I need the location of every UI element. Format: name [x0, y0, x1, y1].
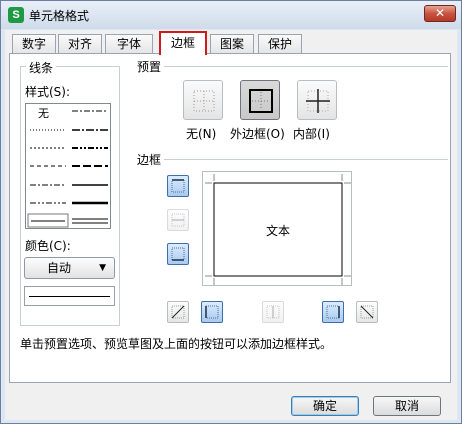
diagonal-down-icon [360, 305, 374, 319]
border-group-title: 边框 [134, 151, 165, 168]
border-left-icon [205, 305, 219, 319]
preset-inside-button[interactable] [297, 80, 337, 120]
inside-border-icon [306, 89, 330, 113]
title-bar: S 单元格格式 ✕ [1, 1, 461, 29]
dialog-title: 单元格格式 [29, 9, 90, 23]
border-diagonal-down-button[interactable] [356, 301, 378, 323]
border-tab-panel: 线条 样式(S): 无 颜色(C): 自动 ▼ 预置 无(N) 外边框(O) 内… [9, 53, 451, 383]
color-label: 颜色(C): [25, 239, 71, 253]
preview-text: 文本 [265, 224, 290, 238]
border-bottom-icon [171, 247, 185, 261]
preset-none-button[interactable] [183, 80, 223, 120]
border-inside-horizontal-button[interactable] [167, 209, 189, 231]
outline-border-icon [249, 89, 273, 113]
border-diagonal-up-button[interactable] [167, 301, 189, 323]
dialog-body: 数字 对齐 字体 边框 图案 保护 线条 样式(S): 无 颜色(C): 自动 … [5, 30, 457, 420]
hint-text: 单击预置选项、预览草图及上面的按钮可以添加边框样式。 [20, 337, 333, 351]
preset-none-label: 无(N) [186, 127, 217, 141]
tab-protection[interactable]: 保护 [258, 34, 302, 54]
preset-separator [160, 66, 448, 67]
dialog-window: S 单元格格式 ✕ 数字 对齐 字体 边框 图案 保护 线条 样式(S): 无 [0, 0, 462, 424]
style-label: 样式(S): [25, 85, 71, 99]
border-left-button[interactable] [201, 301, 223, 323]
preset-outline-label: 外边框(O) [230, 127, 285, 141]
border-separator [160, 159, 448, 160]
color-select[interactable]: 自动 ▼ [24, 257, 115, 279]
color-select-value: 自动 [47, 261, 72, 275]
preset-group-title: 预置 [134, 58, 165, 75]
tab-alignment[interactable]: 对齐 [58, 34, 102, 54]
line-style-list[interactable]: 无 [25, 103, 111, 229]
tab-border[interactable]: 边框 [159, 31, 207, 55]
border-bottom-button[interactable] [167, 243, 189, 265]
border-inside-horizontal-icon [171, 213, 185, 227]
cancel-button[interactable]: 取消 [373, 396, 441, 416]
no-border-icon [193, 90, 215, 112]
ok-button[interactable]: 确定 [291, 396, 359, 416]
tab-number[interactable]: 数字 [12, 34, 56, 54]
line-style-samples[interactable] [26, 104, 112, 230]
tab-pattern[interactable]: 图案 [210, 34, 254, 54]
border-inside-vertical-icon [266, 305, 280, 319]
border-right-button[interactable] [322, 301, 344, 323]
tab-font[interactable]: 字体 [105, 34, 153, 54]
preset-inside-label: 内部(I) [293, 127, 330, 141]
diagonal-up-icon [171, 305, 185, 319]
preset-outline-button[interactable] [240, 80, 280, 120]
border-right-icon [326, 305, 340, 319]
border-inside-vertical-button[interactable] [262, 301, 284, 323]
line-group: 线条 样式(S): 无 颜色(C): 自动 ▼ [20, 59, 120, 326]
chevron-down-icon: ▼ [99, 263, 106, 273]
close-button[interactable]: ✕ [424, 5, 456, 22]
app-icon: S [8, 7, 24, 23]
border-preview[interactable]: 文本 [202, 171, 352, 286]
line-group-title: 线条 [26, 59, 57, 76]
border-top-icon [171, 179, 185, 193]
border-top-button[interactable] [167, 175, 189, 197]
color-preview [24, 286, 115, 306]
